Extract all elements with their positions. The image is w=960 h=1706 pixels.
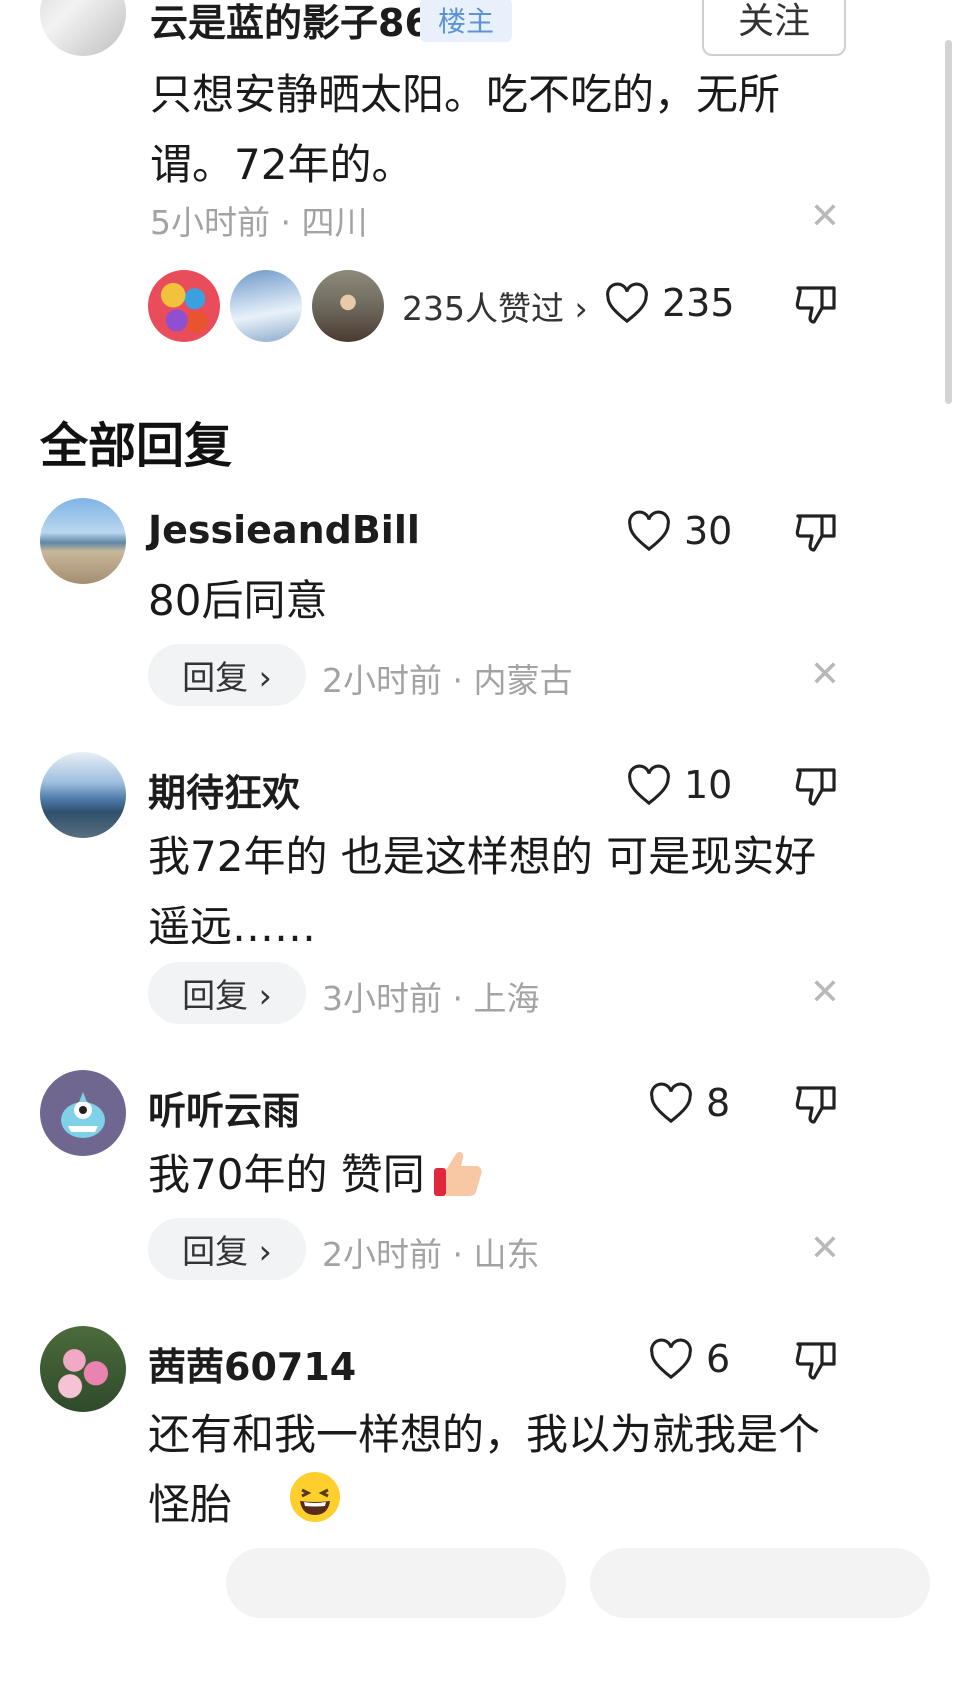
like-count: 30: [684, 509, 733, 553]
thumbs-down-icon[interactable]: [792, 508, 840, 556]
reply-avatar[interactable]: [40, 1326, 126, 1412]
reply-meta: 2小时前 · 内蒙古: [322, 661, 573, 700]
reply-user-name[interactable]: 茜茜60714: [148, 1336, 356, 1391]
laughing-emoji-icon: [288, 1470, 342, 1524]
reply-like[interactable]: 6: [648, 1334, 730, 1384]
section-title: 全部回复: [40, 418, 233, 474]
liker-avatar[interactable]: [312, 270, 384, 342]
top-comment-text: 只想安静晒太阳。吃不吃的，无所谓。72年的。: [150, 70, 781, 189]
thumbs-down-icon[interactable]: [792, 762, 840, 810]
thumbs-down-icon[interactable]: [792, 280, 840, 328]
heart-outline-icon: [650, 1338, 692, 1380]
reply-text: 我72年的 也是这样想的 可是现实好遥远……: [148, 832, 817, 951]
reply-user-name[interactable]: 听听云雨: [148, 1080, 300, 1135]
follow-label: 关注: [737, 1, 810, 42]
heart-outline-icon: [650, 1082, 692, 1124]
heart-outline-icon: [606, 282, 648, 324]
close-icon[interactable]: ✕: [805, 972, 845, 1013]
reply-text: 80后同意: [148, 576, 328, 625]
close-icon[interactable]: ✕: [805, 196, 845, 237]
reply-button[interactable]: 回复 ›: [148, 644, 306, 706]
reply-like[interactable]: 30: [626, 506, 732, 556]
top-comment-meta: 5小时前 · 四川: [150, 203, 368, 242]
like-count: 10: [684, 763, 733, 807]
reply-avatar[interactable]: [40, 498, 126, 584]
liker-avatar[interactable]: [148, 270, 220, 342]
like-count: 8: [706, 1081, 731, 1125]
scrollbar[interactable]: [945, 40, 952, 404]
top-comment-avatar[interactable]: [40, 0, 126, 56]
likers-summary[interactable]: 235人赞过 ›: [402, 282, 588, 330]
reply-text: 还有和我一样想的，我以为就我是个怪胎: [148, 1410, 821, 1529]
suggestion-chip[interactable]: [226, 1548, 566, 1618]
thumbs-down-icon[interactable]: [792, 1080, 840, 1128]
suggestion-chip[interactable]: [590, 1548, 930, 1618]
thumbs-down-icon[interactable]: [792, 1336, 840, 1384]
owner-badge: 楼主: [420, 0, 513, 42]
monster-avatar-icon: [61, 1092, 105, 1138]
reply-user-name[interactable]: 期待狂欢: [148, 762, 300, 817]
liker-avatar[interactable]: [230, 270, 302, 342]
reply-button[interactable]: 回复 ›: [148, 1218, 306, 1280]
reply-avatar[interactable]: [40, 1070, 126, 1156]
like-count: 235: [662, 281, 735, 325]
reply-text: 我70年的 赞同: [148, 1150, 425, 1199]
reply-like[interactable]: 8: [648, 1078, 730, 1128]
reply-meta: 3小时前 · 上海: [322, 979, 540, 1018]
follow-button[interactable]: 关注: [702, 0, 846, 56]
heart-outline-icon: [628, 510, 670, 552]
thumbs-up-emoji-icon: [430, 1144, 486, 1200]
reply-like[interactable]: 10: [626, 760, 732, 810]
reply-button[interactable]: 回复 ›: [148, 962, 306, 1024]
reply-user-name[interactable]: JessieandBill: [148, 508, 420, 552]
like-count: 6: [706, 1337, 731, 1381]
reply-meta: 2小时前 · 山东: [322, 1235, 540, 1274]
heart-outline-icon: [628, 764, 670, 806]
close-icon[interactable]: ✕: [805, 1228, 845, 1269]
top-comment-user-name[interactable]: 云是蓝的影子866: [150, 0, 457, 47]
reply-avatar[interactable]: [40, 752, 126, 838]
close-icon[interactable]: ✕: [805, 654, 845, 695]
top-comment-like[interactable]: 235: [604, 278, 735, 328]
